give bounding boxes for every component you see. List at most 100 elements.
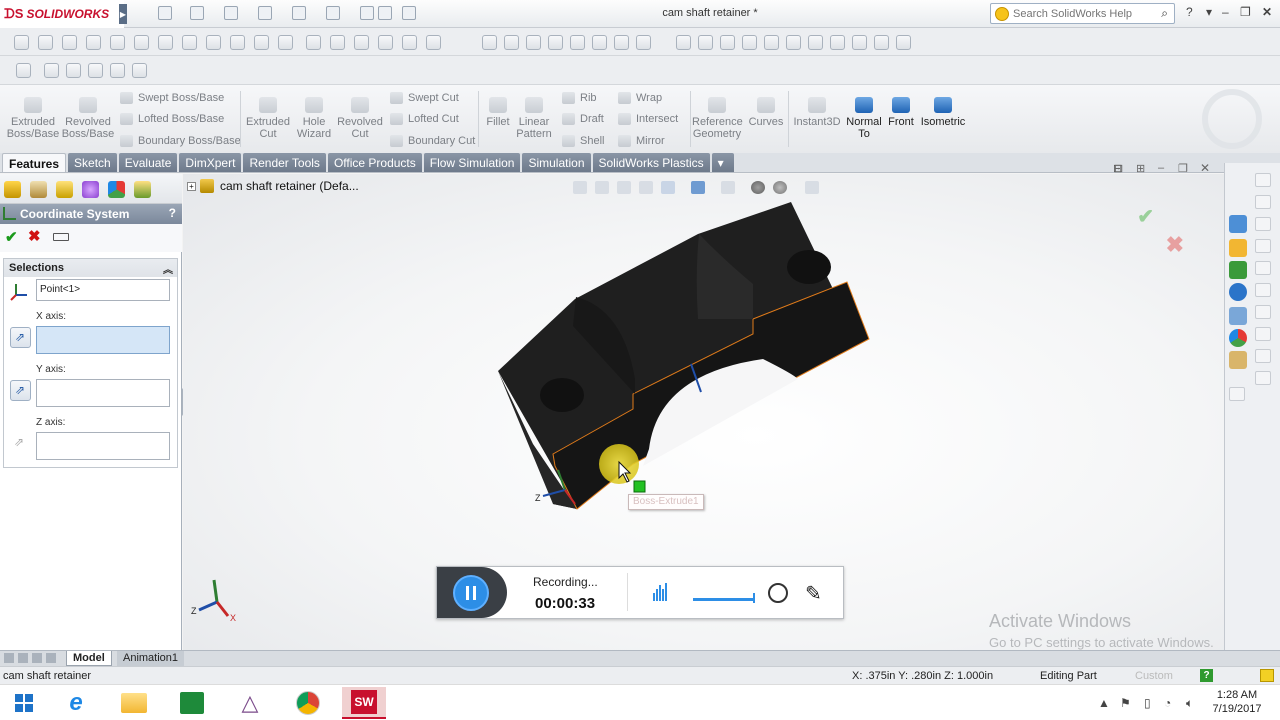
quick-snaps-icon[interactable] — [66, 63, 81, 78]
tab-solidworks-plastics[interactable]: SolidWorks Plastics — [592, 153, 710, 172]
viewport-tile-icon[interactable]: ⊡ — [1114, 162, 1123, 175]
restore-icon[interactable]: ❐ — [1240, 5, 1251, 19]
hole-wizard-button[interactable]: Hole Wizard — [292, 85, 336, 140]
collapse-chevron-icon[interactable]: ︽ — [163, 261, 173, 276]
pushpin-icon[interactable] — [53, 233, 69, 241]
store-app[interactable] — [170, 687, 214, 719]
pause-button[interactable] — [453, 575, 489, 611]
ambient-occlusion-icon[interactable] — [808, 35, 823, 50]
repair-sketch-icon[interactable] — [110, 63, 125, 78]
feature-manager-icon[interactable] — [4, 181, 21, 198]
search-help-box[interactable]: ⌕ — [990, 3, 1175, 24]
last-tab-nav-icon[interactable] — [46, 653, 56, 663]
reference-icon[interactable] — [1255, 371, 1271, 385]
section-view-icon[interactable] — [592, 35, 607, 50]
lofted-cut-button[interactable]: Lofted Cut — [390, 113, 459, 125]
x-axis-direction-button[interactable]: ⇗ — [10, 327, 31, 348]
datum-icon[interactable] — [1255, 349, 1271, 363]
zoom-fit-icon[interactable] — [504, 35, 519, 50]
selection-handle-icon[interactable] — [633, 480, 646, 493]
mirror-button[interactable]: Mirror — [618, 135, 665, 147]
options-icon[interactable] — [402, 6, 416, 20]
swept-cut-button[interactable]: Swept Cut — [390, 92, 459, 104]
spline-tool-icon[interactable] — [110, 35, 125, 50]
dimxpert-manager-icon[interactable] — [82, 181, 99, 198]
print-icon[interactable] — [258, 6, 272, 20]
first-tab-nav-icon[interactable] — [4, 653, 14, 663]
linear-pattern-button[interactable]: Linear Pattern — [514, 85, 554, 140]
pan-view-icon[interactable] — [570, 35, 585, 50]
exit-sketch-icon[interactable] — [16, 63, 31, 78]
realview-icon[interactable] — [786, 35, 801, 50]
save-icon[interactable] — [224, 6, 238, 20]
custom-properties-icon[interactable] — [1229, 351, 1247, 369]
measure-icon[interactable] — [1255, 327, 1271, 341]
chrome-app[interactable] — [286, 687, 330, 719]
wrap-button[interactable]: Wrap — [618, 92, 662, 104]
front-view-button[interactable]: Front — [884, 85, 918, 128]
appearance-icon[interactable] — [676, 35, 691, 50]
viewport-minimize-icon[interactable]: – — [1158, 162, 1164, 174]
shell-button[interactable]: Shell — [562, 135, 604, 147]
autodesk-app[interactable]: △ — [228, 687, 272, 719]
extend-tool-icon[interactable] — [230, 35, 245, 50]
next-tab-nav-icon[interactable] — [32, 653, 42, 663]
rotate-view-icon[interactable] — [548, 35, 563, 50]
rib-button[interactable]: Rib — [562, 92, 597, 104]
tab-model[interactable]: Model — [66, 651, 112, 666]
dimension-icon[interactable] — [1255, 195, 1271, 209]
cartoon-icon[interactable] — [764, 35, 779, 50]
resources-icon[interactable] — [1229, 215, 1247, 233]
search-input[interactable] — [1013, 7, 1148, 20]
camera-icon[interactable] — [830, 35, 845, 50]
relations-tool-icon[interactable] — [330, 35, 345, 50]
text-tool-icon[interactable] — [402, 35, 417, 50]
zoom-area-icon[interactable] — [526, 35, 541, 50]
trim-tool-icon[interactable] — [206, 35, 221, 50]
boundary-boss-button[interactable]: Boundary Boss/Base — [120, 135, 241, 147]
volume-slider[interactable] — [693, 598, 755, 601]
annotate-pen-icon[interactable]: ✎ — [805, 581, 822, 606]
y-axis-direction-button[interactable]: ⇗ — [10, 380, 31, 401]
help-icon[interactable]: ? — [1186, 5, 1193, 19]
mirror-tool-icon[interactable] — [254, 35, 269, 50]
select-icon[interactable] — [326, 6, 340, 20]
tab-render-tools[interactable]: Render Tools — [243, 153, 326, 172]
tab-simulation[interactable]: Simulation — [522, 153, 591, 172]
fillet-button[interactable]: Fillet — [482, 85, 514, 128]
new-document-icon[interactable] — [158, 6, 172, 20]
draft-button[interactable]: Draft — [562, 113, 604, 125]
line-tool-icon[interactable] — [38, 35, 53, 50]
menu-expand-icon[interactable]: ▶ — [119, 4, 127, 24]
appearances-icon[interactable] — [1229, 329, 1247, 347]
minimize-icon[interactable]: – — [1222, 5, 1229, 19]
arc-tool-icon[interactable] — [86, 35, 101, 50]
sketch-tool-icon[interactable] — [14, 35, 29, 50]
routing-icon[interactable] — [1229, 387, 1245, 401]
point-tool-icon[interactable] — [354, 35, 369, 50]
close-icon[interactable]: ✕ — [1262, 5, 1272, 19]
tab-sketch[interactable]: Sketch — [68, 153, 117, 172]
shadows-icon[interactable] — [720, 35, 735, 50]
scene-icon[interactable] — [698, 35, 713, 50]
display-manager-icon[interactable] — [108, 181, 125, 198]
tab-dimxpert[interactable]: DimXpert — [179, 153, 242, 172]
tab-office-products[interactable]: Office Products — [327, 153, 422, 172]
display-style-icon[interactable] — [614, 35, 629, 50]
convert-tool-icon[interactable] — [426, 35, 441, 50]
revolved-cut-button[interactable]: Revolved Cut — [336, 85, 384, 140]
circle-tool-icon[interactable] — [62, 35, 77, 50]
offset-tool-icon[interactable] — [182, 35, 197, 50]
windows-start-button[interactable] — [2, 687, 46, 719]
instant3d-button[interactable]: Instant3D — [792, 85, 842, 128]
volume-icon[interactable]: 🔈︎ — [1186, 696, 1193, 711]
view-orientation-icon[interactable] — [482, 35, 497, 50]
tab-evaluate[interactable]: Evaluate — [118, 153, 178, 172]
viewport-restore-icon[interactable]: ❐ — [1178, 162, 1188, 175]
file-explorer-icon[interactable] — [1229, 283, 1247, 301]
y-axis-field[interactable] — [36, 379, 170, 407]
search-icon[interactable]: ⌕ — [1161, 6, 1168, 21]
solidworks-app[interactable]: SW — [342, 687, 386, 719]
battery-icon[interactable]: ▯ — [1144, 696, 1151, 710]
hide-show-icon[interactable] — [636, 35, 651, 50]
